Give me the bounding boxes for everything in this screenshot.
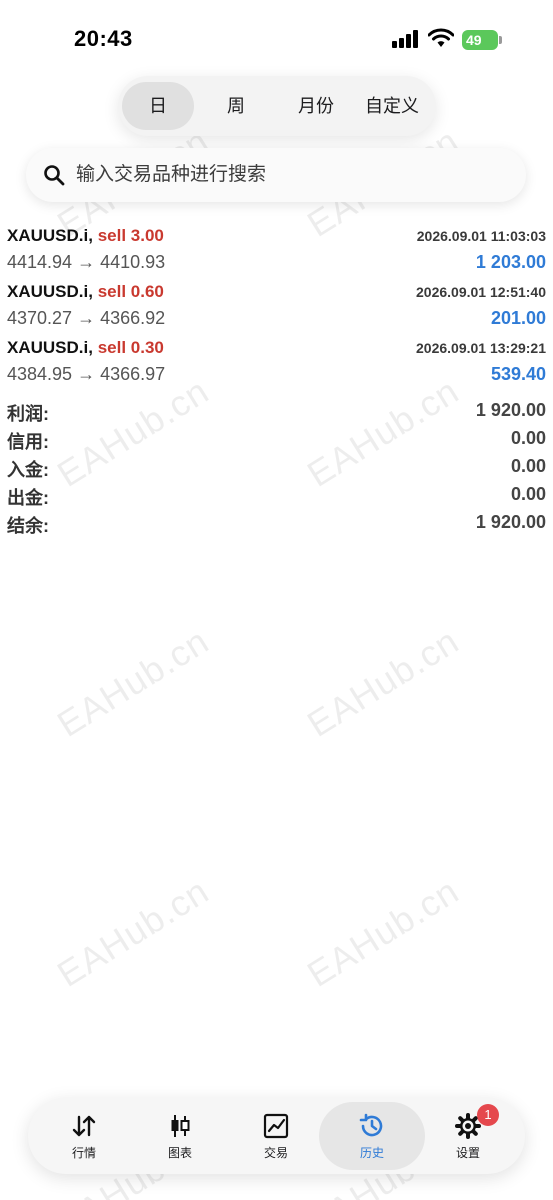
summary-value: 0.00: [510, 428, 546, 448]
search-icon: [44, 165, 65, 186]
nav-label: 历史: [359, 1146, 384, 1160]
summary-label: 信用:: [7, 432, 49, 452]
deal-title: XAUUSD.i, sell 0.60: [7, 282, 164, 302]
deal-time: 2026.09.01 11:03:03: [416, 228, 546, 244]
summary-deposit: 入金: 0.00: [0, 456, 553, 484]
summary-value: 0.00: [510, 456, 546, 476]
candlestick-icon: [171, 1115, 190, 1137]
period-tab-custom[interactable]: 自定义: [352, 82, 432, 130]
summary-value: 1 920.00: [475, 400, 546, 420]
history-clock-icon: [359, 1113, 383, 1137]
watermark: EAHub.cn: [50, 619, 216, 745]
deal-prices: 4384.95 → 4366.97: [7, 364, 166, 384]
deal-symbol: XAUUSD.i,: [7, 226, 93, 245]
summary-balance: 结余: 1 920.00: [0, 512, 553, 540]
sort-arrows-icon: [72, 1115, 96, 1137]
cellular-signal-icon: [392, 30, 420, 48]
watermark: EAHub.cn: [50, 869, 216, 995]
trade-chart-icon: [263, 1113, 289, 1139]
wifi-icon: [427, 28, 455, 48]
summary-value: 0.00: [510, 484, 546, 504]
watermark: EAHub.cn: [300, 869, 466, 995]
search-input[interactable]: [76, 148, 506, 202]
summary-withdrawal: 出金: 0.00: [0, 484, 553, 512]
deal-side: sell 0.60: [97, 282, 164, 301]
deal-row[interactable]: XAUUSD.i, sell 0.60 2026.09.01 12:51:40 …: [0, 282, 553, 338]
deal-profit: 1 203.00: [475, 252, 546, 272]
deal-profit: 201.00: [490, 308, 546, 328]
summary-label: 入金:: [7, 460, 49, 480]
status-time: 20:43: [74, 26, 133, 51]
nav-label: 图表: [167, 1146, 192, 1160]
nav-label: 设置: [455, 1146, 480, 1160]
deal-symbol: XAUUSD.i,: [7, 338, 93, 357]
deal-time: 2026.09.01 13:29:21: [416, 340, 546, 356]
deal-side: sell 0.30: [97, 338, 164, 357]
summary-profit: 利润: 1 920.00: [0, 400, 553, 428]
period-tab-month[interactable]: 月份: [280, 82, 352, 130]
deal-title: XAUUSD.i, sell 3.00: [7, 226, 164, 246]
summary-label: 结余:: [7, 516, 49, 536]
search-box[interactable]: [26, 148, 526, 202]
deal-row[interactable]: XAUUSD.i, sell 3.00 2026.09.01 11:03:03 …: [0, 226, 553, 282]
deal-profit: 539.40: [490, 364, 546, 384]
deal-title: XAUUSD.i, sell 0.30: [7, 338, 164, 358]
deal-time: 2026.09.01 12:51:40: [416, 284, 546, 300]
period-tab-day[interactable]: 日: [122, 82, 194, 130]
summary-label: 利润:: [7, 404, 49, 424]
battery-icon: 49: [462, 30, 502, 50]
battery-level: 49: [462, 30, 498, 50]
nav-label: 交易: [263, 1146, 288, 1160]
nav-item-quotes[interactable]: 行情: [36, 1098, 132, 1174]
nav-label: 行情: [71, 1146, 96, 1160]
period-tab-week[interactable]: 周: [200, 82, 272, 130]
period-selector: 日 周 月份 自定义: [118, 76, 436, 136]
nav-item-history[interactable]: 历史: [319, 1102, 425, 1170]
bottom-nav: 行情 图表 交易 历史 设置: [28, 1098, 525, 1174]
nav-item-trade[interactable]: 交易: [228, 1098, 324, 1174]
status-bar: 20:43 49: [0, 0, 553, 80]
deal-symbol: XAUUSD.i,: [7, 282, 93, 301]
summary-credit: 信用: 0.00: [0, 428, 553, 456]
notification-badge: 1: [477, 1104, 499, 1126]
watermark: EAHub.cn: [300, 619, 466, 745]
summary-value: 1 920.00: [475, 512, 546, 532]
deal-prices: 4370.27 → 4366.92: [7, 308, 166, 328]
deal-row[interactable]: XAUUSD.i, sell 0.30 2026.09.01 13:29:21 …: [0, 338, 553, 394]
nav-item-charts[interactable]: 图表: [132, 1098, 228, 1174]
summary-label: 出金:: [7, 488, 49, 508]
deal-side: sell 3.00: [97, 226, 164, 245]
nav-item-settings[interactable]: 设置: [420, 1098, 516, 1174]
deal-prices: 4414.94 → 4410.93: [7, 252, 166, 272]
